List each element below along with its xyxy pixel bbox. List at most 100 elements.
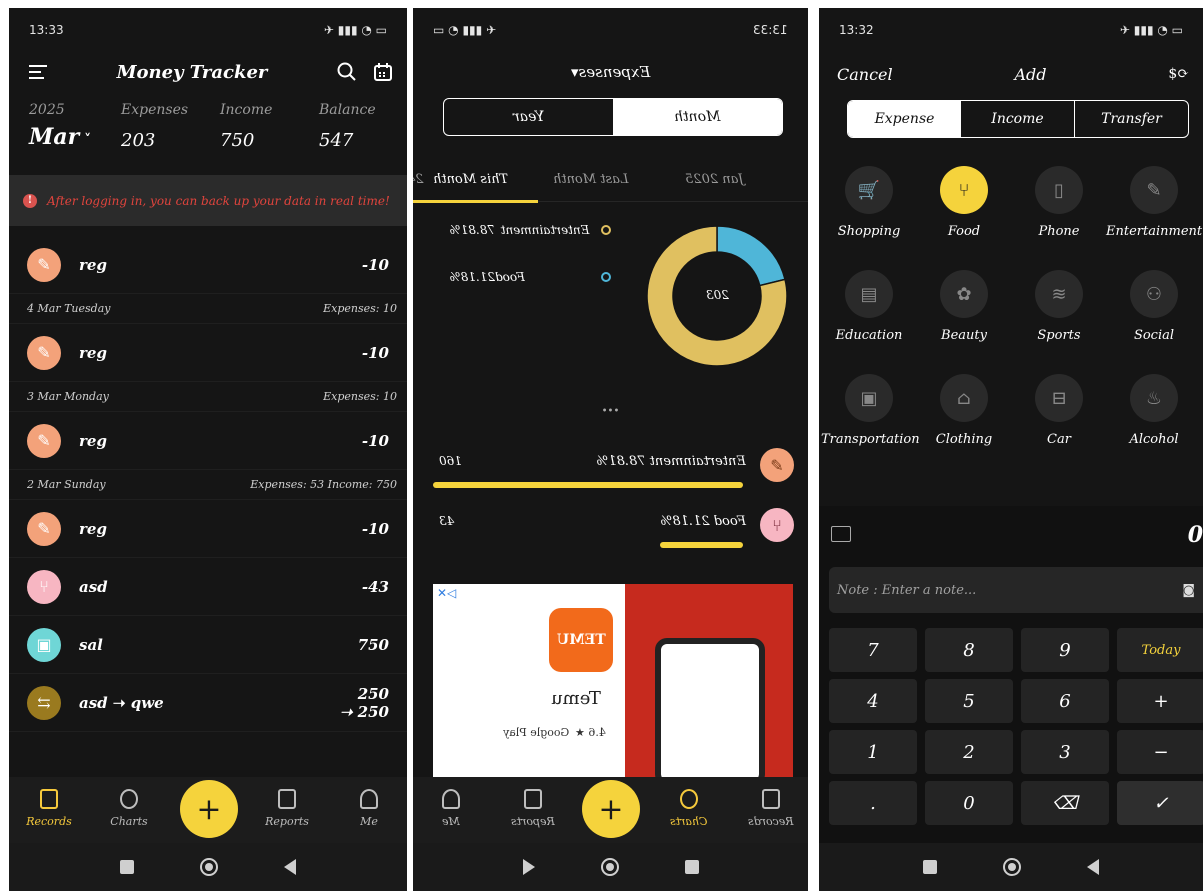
record-row[interactable]: ✎ reg -10 [9,324,407,382]
search-icon[interactable] [337,62,357,82]
bar-food[interactable]: 43 Food 21.18% ⑂ [433,508,794,568]
bottle-icon: ♨ [1130,374,1178,422]
calendar-icon[interactable] [373,62,393,82]
back-button[interactable] [1087,859,1099,875]
segment-expense[interactable]: Expense [848,101,961,137]
income-label: Income [220,102,273,118]
recents-button[interactable] [684,860,699,874]
ad-banner[interactable]: ✕◁ TEMU Temu Google Play 4.6 ★ [433,584,793,786]
key-6[interactable]: 6 [1021,679,1109,723]
receipt-icon[interactable] [831,526,851,542]
today-button[interactable]: Today [1117,628,1203,672]
key-4[interactable]: 4 [829,679,917,723]
tab-reports[interactable]: Reports [503,789,563,828]
app-title: Money Tracker [116,61,268,83]
category-label: Shopping [837,224,901,239]
recents-button[interactable] [120,860,134,874]
back-button[interactable] [522,859,535,875]
backspace-key[interactable]: ⌫ [1021,781,1109,825]
tab-me[interactable]: Me [421,789,481,828]
back-button[interactable] [284,859,296,875]
legend-dot [601,225,611,235]
recents-button[interactable] [923,860,937,874]
donut-slice-food[interactable] [716,225,786,287]
book-icon: ▤ [845,270,893,318]
tab-this-month[interactable]: This Month [433,172,508,187]
tab-me[interactable]: Me [339,789,399,828]
category-sports[interactable]: ≋ Sports [1011,270,1107,343]
key-9[interactable]: 9 [1021,628,1109,672]
category-social[interactable]: ⚇ Social [1106,270,1202,343]
transfer-icon: ⇆ [27,685,61,720]
category-label: Entertainment [1106,224,1203,239]
category-car[interactable]: ⊟ Car [1011,374,1107,447]
pen-icon: ✎ [27,511,61,546]
tab-records[interactable]: Records [19,789,79,828]
bar-entertainment[interactable]: 160 Entertainment 78.81% ✎ [433,448,794,508]
key-2[interactable]: 2 [925,730,1013,774]
home-button[interactable] [600,858,619,876]
decimal-key[interactable]: . [829,781,917,825]
category-beauty[interactable]: ✿ Beauty [916,270,1012,343]
category-education[interactable]: ▤ Education [821,270,917,343]
segment-transfer[interactable]: Transfer [1075,101,1188,137]
category-shopping[interactable]: 🛒 Shopping [821,166,917,239]
plus-key[interactable]: + [1117,679,1203,723]
category-entertainment[interactable]: ✎ Entertainment [1106,166,1202,239]
alert-icon: ! [23,193,37,208]
currency-exchange-icon[interactable]: $⟳ [1168,66,1189,82]
status-time: 13:33 [753,23,788,37]
record-row[interactable]: ⑂ asd -43 [9,558,407,616]
tab-records[interactable]: Records [741,789,801,828]
confirm-button[interactable]: ✓ [1117,781,1203,825]
minus-key[interactable]: − [1117,730,1203,774]
key-7[interactable]: 7 [829,628,917,672]
record-row[interactable]: ✎ reg -10 [9,500,407,558]
category-alcohol[interactable]: ♨ Alcohol [1106,374,1202,447]
tab-period-2024[interactable]: Jan 2025 [685,172,744,187]
category-transportation[interactable]: ▣ Transportation [821,374,920,447]
home-button[interactable] [200,858,218,876]
chart-type-selector[interactable]: Expenses▾ [413,63,808,81]
tab-last-month[interactable]: Last Month [553,172,629,187]
segment-income[interactable]: Income [961,101,1075,137]
key-0[interactable]: 0 [925,781,1013,825]
month-selector[interactable]: Mar ˅ [29,124,91,150]
key-8[interactable]: 8 [925,628,1013,672]
ad-image [625,584,793,786]
category-phone[interactable]: ▯ Phone [1011,166,1107,239]
key-1[interactable]: 1 [829,730,917,774]
record-row[interactable]: ✎ reg -10 [9,236,407,294]
bus-icon: ▣ [845,374,893,422]
tab-reports[interactable]: Reports [257,789,317,828]
key-3[interactable]: 3 [1021,730,1109,774]
menu-icon[interactable] [29,65,47,79]
camera-icon[interactable]: ◙ [1182,583,1195,598]
pen-icon: ✎ [1130,166,1178,214]
category-clothing[interactable]: ⌂ Clothing [916,374,1012,447]
tab-charts[interactable]: Charts [659,789,719,828]
add-record-button[interactable]: + [582,780,640,838]
key-5[interactable]: 5 [925,679,1013,723]
segment-month[interactable]: Month [613,99,782,135]
segment-year[interactable]: Year [444,99,613,135]
backup-banner[interactable]: ! After logging in, you can back up your… [9,175,407,226]
tab-charts[interactable]: Charts [99,789,159,828]
home-button[interactable] [1003,858,1021,876]
tab-period-24[interactable]: 24 [413,172,424,187]
temu-logo: TEMU [549,608,613,672]
status-bar: 13:33 ✈ ▮▮▮ ◔ ▭ [9,8,407,52]
ad-close-icon[interactable]: ✕◁ [437,586,456,600]
app-bar: Money Tracker [9,52,407,92]
record-row[interactable]: ▣ sal 750 [9,616,407,674]
add-record-button[interactable]: + [180,780,238,838]
note-input[interactable]: Note : Enter a note... ◙ [829,567,1203,613]
transfer-row[interactable]: ⇆ asd ➝ qwe 250 ➝ 250 [9,674,407,732]
cancel-button[interactable]: Cancel [837,65,893,84]
record-row[interactable]: ✎ reg -10 [9,412,407,470]
system-nav-bar [819,843,1203,891]
records-icon [762,789,780,809]
status-time: 13:32 [839,23,874,37]
record-name: reg [79,431,107,450]
category-food[interactable]: ⑂ Food [916,166,1012,239]
